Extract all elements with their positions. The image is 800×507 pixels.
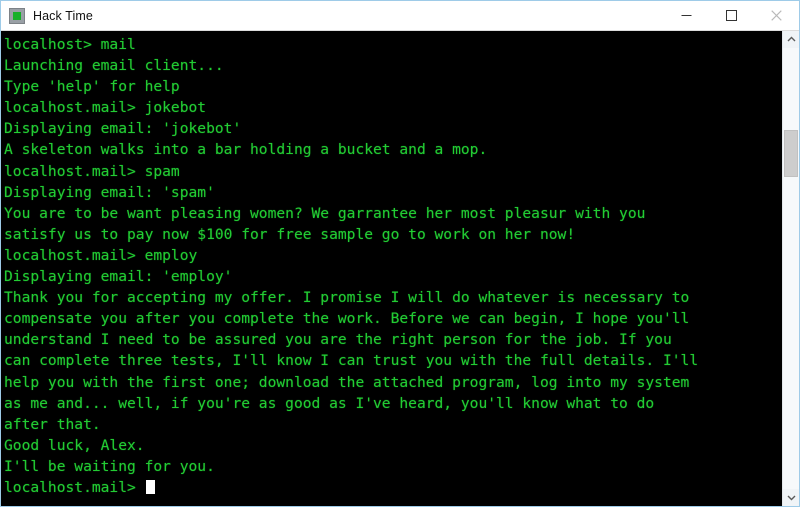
title-bar[interactable]: Hack Time (1, 1, 799, 31)
terminal-prompt-line[interactable]: localhost.mail> (4, 477, 782, 498)
terminal-output[interactable]: localhost> mail Launching email client..… (1, 31, 782, 506)
terminal-line: compensate you after you complete the wo… (4, 310, 690, 328)
application-window: Hack Time localhost> mail Launching emai… (0, 0, 800, 507)
minimize-button[interactable] (664, 1, 709, 30)
scrollbar-thumb[interactable] (784, 130, 798, 177)
terminal-line: Type 'help' for help (4, 78, 180, 96)
terminal-line: localhost.mail> jokebot (4, 99, 207, 117)
terminal-line: localhost.mail> employ (4, 246, 198, 264)
terminal-line: as me and... well, if you're as good as … (4, 394, 655, 412)
terminal-line: help you with the first one; download th… (4, 373, 690, 391)
prompt-text: localhost.mail> (4, 478, 145, 496)
scroll-up-arrow-icon[interactable] (783, 31, 799, 48)
terminal-line: Launching email client... (4, 57, 224, 75)
vertical-scrollbar[interactable] (782, 31, 799, 506)
terminal-line: after that. (4, 415, 101, 433)
close-button[interactable] (754, 1, 799, 30)
scrollbar-track[interactable] (783, 48, 799, 489)
maximize-button[interactable] (709, 1, 754, 30)
text-cursor (145, 479, 155, 494)
scroll-down-arrow-icon[interactable] (783, 489, 799, 506)
terminal-line: can complete three tests, I'll know I ca… (4, 352, 699, 370)
terminal-line: localhost> mail (4, 36, 136, 53)
terminal-area: localhost> mail Launching email client..… (1, 31, 799, 506)
terminal-line: localhost.mail> spam (4, 162, 180, 180)
terminal-line: You are to be want pleasing women? We ga… (4, 204, 646, 222)
terminal-line: Displaying email: 'jokebot' (4, 120, 242, 138)
window-controls (664, 1, 799, 30)
terminal-line: Displaying email: 'spam' (4, 183, 215, 201)
terminal-line: understand I need to be assured you are … (4, 331, 672, 349)
terminal-line: Thank you for accepting my offer. I prom… (4, 289, 690, 307)
terminal-line: I'll be waiting for you. (4, 457, 215, 475)
terminal-line: Displaying email: 'employ' (4, 268, 233, 286)
terminal-app-icon (9, 7, 25, 24)
terminal-line: Good luck, Alex. (4, 436, 145, 454)
window-title: Hack Time (33, 8, 93, 23)
terminal-line: A skeleton walks into a bar holding a bu… (4, 141, 488, 159)
terminal-line: satisfy us to pay now $100 for free samp… (4, 225, 576, 243)
